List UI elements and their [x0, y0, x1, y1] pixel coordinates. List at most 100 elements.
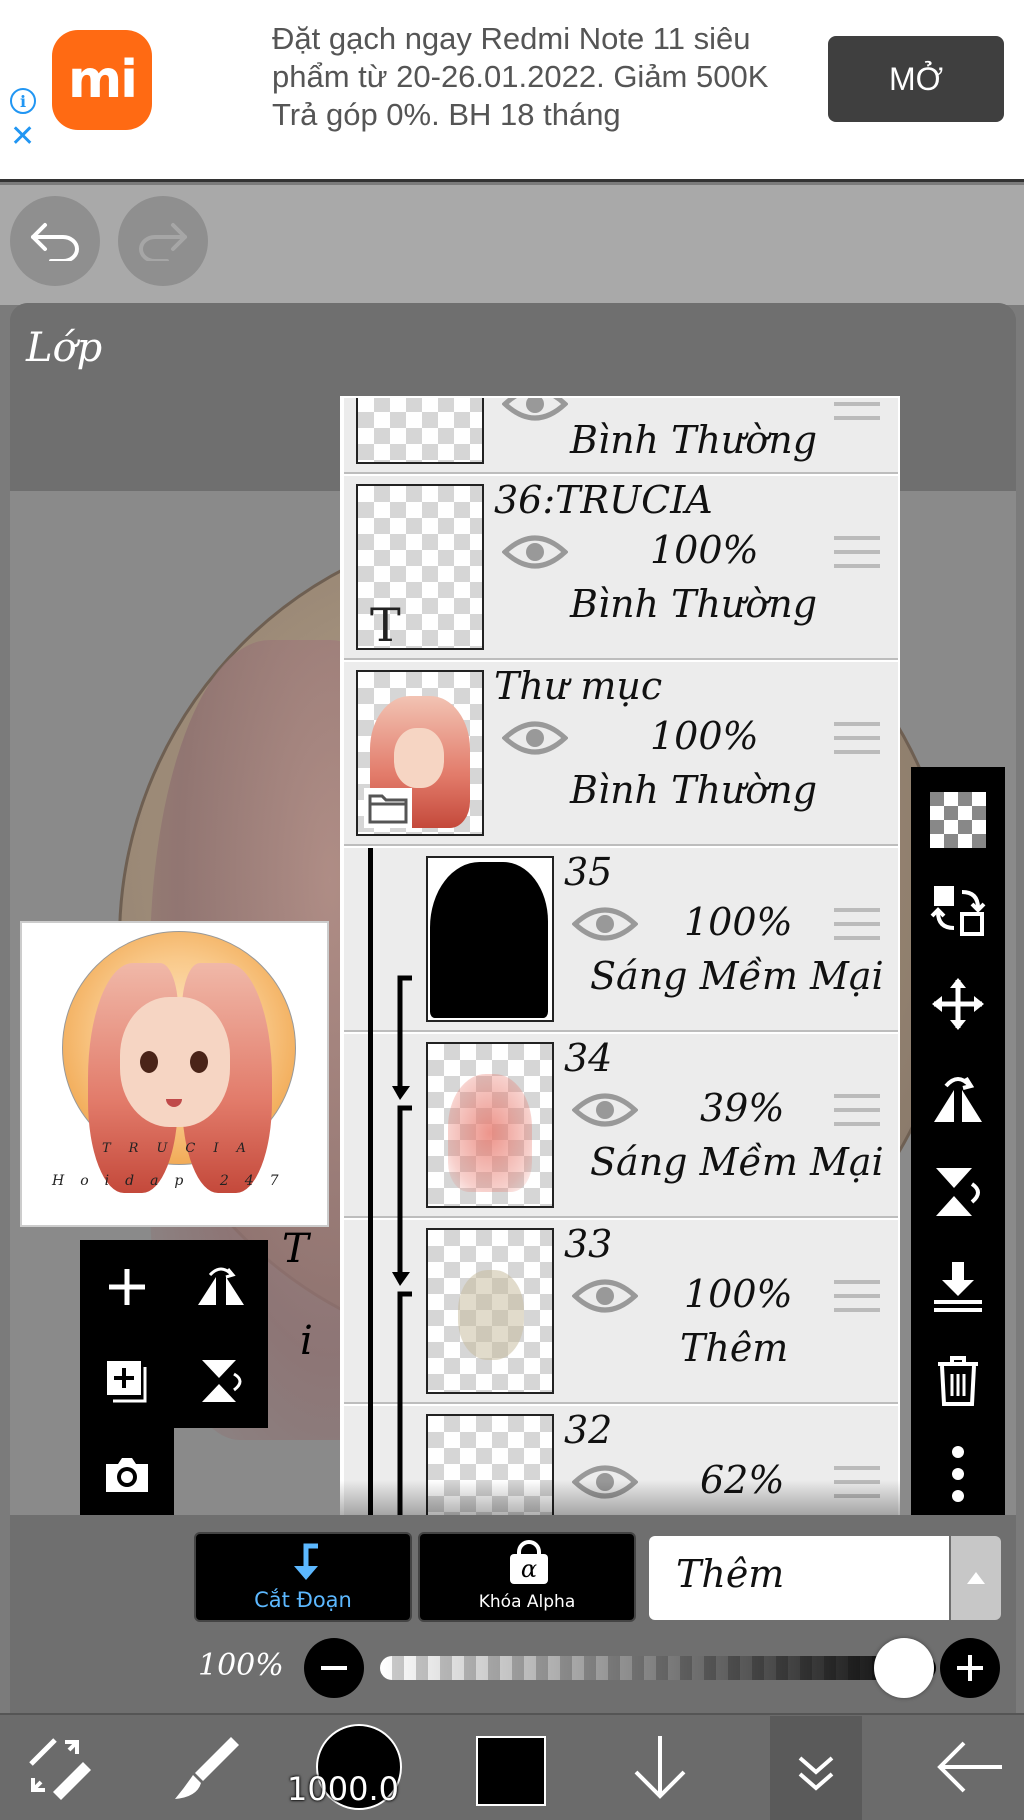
- flip-horizontal-button[interactable]: [174, 1240, 268, 1334]
- drag-handle-icon[interactable]: [834, 908, 880, 944]
- arrow-down-icon: [634, 1735, 686, 1799]
- trash-icon: [938, 1356, 978, 1406]
- drag-handle-icon[interactable]: [834, 398, 880, 424]
- undo-icon: [31, 223, 79, 261]
- opacity-decrease-button[interactable]: [304, 1638, 364, 1698]
- brush-size-value: 1000.0: [287, 1770, 399, 1808]
- clipping-arrow-icon: [392, 975, 412, 1174]
- ad-close-icon[interactable]: ✕: [10, 122, 35, 152]
- folder-icon: [364, 788, 412, 828]
- delete-layer-button[interactable]: [911, 1335, 1005, 1425]
- drag-handle-icon[interactable]: [834, 1094, 880, 1130]
- flip-vertical-icon: [936, 1168, 980, 1216]
- camera-icon: [106, 1458, 148, 1492]
- opacity-increase-button[interactable]: [940, 1638, 1000, 1698]
- eye-icon[interactable]: [502, 396, 568, 424]
- more-options-button[interactable]: [911, 1429, 1005, 1519]
- xiaomi-logo-icon[interactable]: mi: [52, 30, 152, 130]
- layer-thumbnail: [426, 1228, 554, 1394]
- opacity-slider-thumb[interactable]: [874, 1638, 934, 1698]
- move-button[interactable]: [911, 959, 1005, 1049]
- flip-vertical-button[interactable]: [174, 1334, 268, 1428]
- arrow-left-icon: [937, 1741, 1002, 1792]
- layer-opacity: 100%: [684, 900, 793, 944]
- layer-row[interactable]: T 36:TRUCIA 100% Bình Thường: [344, 476, 898, 660]
- eye-icon[interactable]: [572, 1276, 638, 1316]
- ad-open-button[interactable]: MỞ: [828, 36, 1004, 122]
- thumbnail-artwork: [430, 862, 548, 1018]
- canvas-text-mark: T: [282, 1226, 309, 1272]
- plus-icon: [957, 1655, 983, 1681]
- preview-eye: [140, 1051, 158, 1073]
- layer-name: 36:TRUCIA: [494, 478, 713, 522]
- canvas-text-mark: i: [300, 1318, 313, 1364]
- layer-blend-mode: Sáng Mềm Mại: [590, 1140, 884, 1184]
- flip-horizontal-icon: [934, 1076, 982, 1122]
- layer-row[interactable]: 33 100% Thêm: [344, 1174, 898, 1420]
- clipping-label: Cắt Đoạn: [254, 1588, 352, 1612]
- layer-row[interactable]: Bình Thường: [344, 396, 898, 474]
- layer-blend-mode: Bình Thường: [570, 768, 818, 812]
- eye-icon[interactable]: [502, 718, 568, 758]
- color-picker-button[interactable]: [476, 1736, 546, 1806]
- collapse-panel-button[interactable]: [770, 1716, 862, 1820]
- thumbnail-artwork: [458, 1270, 524, 1360]
- layer-thumbnail: [426, 856, 554, 1022]
- swap-layers-button[interactable]: [911, 865, 1005, 955]
- left-tool-panel-2: [80, 1428, 174, 1520]
- transform-tool-icon: [29, 1737, 91, 1800]
- folder-tree-line: [370, 848, 373, 1518]
- plus-icon: [109, 1269, 145, 1305]
- add-copy-icon: [107, 1361, 147, 1403]
- ad-text: Đặt gạch ngay Redmi Note 11 siêu phẩm từ…: [272, 21, 769, 132]
- transparent-background-button[interactable]: [911, 775, 1005, 865]
- swap-icon: [930, 886, 986, 936]
- checkerboard-icon: [930, 792, 986, 848]
- opacity-slider[interactable]: [380, 1656, 936, 1680]
- eye-icon[interactable]: [572, 1090, 638, 1130]
- layer-name: 34: [564, 1036, 613, 1080]
- layer-row-folder[interactable]: Thư mục 100% Bình Thường: [344, 662, 898, 846]
- undo-button[interactable]: [10, 196, 100, 286]
- ad-info-icon[interactable]: i: [10, 88, 36, 114]
- canvas-preview[interactable]: TRUCIA Hoidap 247: [20, 921, 329, 1227]
- layer-row[interactable]: 35 100% Sáng Mềm Mại: [344, 848, 898, 1048]
- layer-list[interactable]: Bình Thường T 36:TRUCIA 100% Bình Thường…: [340, 396, 900, 1520]
- panel-title: Lớp: [26, 325, 103, 371]
- redo-icon: [139, 223, 187, 261]
- layer-down-button[interactable]: [620, 1713, 700, 1820]
- layer-name: Thư mục: [494, 664, 663, 708]
- drag-handle-icon[interactable]: [834, 1280, 880, 1316]
- drag-handle-icon[interactable]: [834, 722, 880, 758]
- preview-eye: [190, 1051, 208, 1073]
- drag-handle-icon[interactable]: [834, 536, 880, 572]
- blend-mode-dropdown-button[interactable]: [951, 1536, 1001, 1620]
- add-folder-button[interactable]: [80, 1334, 174, 1428]
- list-scroll-shade: [340, 1480, 900, 1520]
- layer-opacity: 39%: [700, 1086, 785, 1130]
- brush-tool-button[interactable]: [160, 1713, 250, 1820]
- merge-down-button[interactable]: [911, 1241, 1005, 1331]
- flip-vertical-icon: [202, 1360, 242, 1402]
- text-layer-icon: T: [370, 598, 401, 650]
- layer-name: 35: [564, 850, 613, 894]
- left-tool-panel: [80, 1240, 268, 1428]
- add-layer-button[interactable]: [80, 1240, 174, 1334]
- move-icon: [932, 978, 984, 1030]
- layer-row[interactable]: 34 39% Sáng Mềm Mại: [344, 975, 898, 1234]
- selection-tool-button[interactable]: [18, 1713, 98, 1820]
- back-button[interactable]: [930, 1713, 1010, 1820]
- layer-opacity: 100%: [650, 528, 759, 572]
- opacity-label: 100%: [198, 1648, 284, 1683]
- camera-button[interactable]: [80, 1428, 174, 1522]
- flip-vertical-layer-button[interactable]: [911, 1147, 1005, 1237]
- merge-down-icon: [934, 1262, 982, 1312]
- clipping-arrow-icon: [392, 1174, 412, 1374]
- eye-icon[interactable]: [572, 904, 638, 944]
- eye-icon[interactable]: [502, 532, 568, 572]
- blend-mode-value: Thêm: [676, 1552, 785, 1596]
- redo-button[interactable]: [118, 196, 208, 286]
- layer-name: 33: [564, 1222, 613, 1266]
- thumbnail-artwork: [394, 728, 444, 788]
- flip-horizontal-layer-button[interactable]: [911, 1053, 1005, 1143]
